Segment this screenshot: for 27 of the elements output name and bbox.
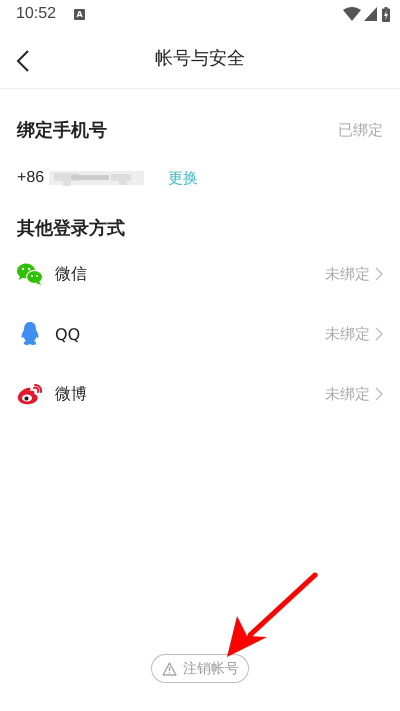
- login-method-label: QQ: [55, 324, 82, 344]
- page-title: 帐号与安全: [154, 47, 246, 70]
- wifi-icon: [343, 7, 361, 21]
- login-method-row[interactable]: 微博 未绑定: [0, 364, 400, 424]
- wechat-icon: [17, 263, 43, 285]
- login-method-label: 微博: [55, 384, 88, 404]
- bind-status: 未绑定: [325, 324, 370, 344]
- login-method-label: 微信: [55, 264, 88, 284]
- login-method-row[interactable]: 微信 未绑定: [0, 244, 400, 304]
- status-time: 10:52: [16, 5, 56, 23]
- bind-status: 未绑定: [325, 384, 370, 404]
- country-code: +86: [17, 169, 44, 187]
- chevron-right-icon: [375, 267, 383, 281]
- chevron-right-icon: [375, 327, 383, 341]
- notification-icon: A: [74, 8, 86, 20]
- bind-status: 未绑定: [325, 264, 370, 284]
- back-icon: [16, 50, 30, 72]
- signal-icon: [364, 7, 377, 21]
- warning-icon: [162, 662, 177, 676]
- penguin-icon: [20, 322, 40, 346]
- login-method-row[interactable]: QQ 未绑定: [0, 304, 400, 364]
- chevron-right-icon: [375, 387, 383, 401]
- section-title: 绑定手机号: [17, 119, 107, 142]
- weibo-icon: [17, 383, 43, 405]
- bound-status: 已绑定: [338, 120, 383, 140]
- battery-icon: [382, 6, 390, 22]
- section-title: 其他登录方式: [16, 217, 126, 241]
